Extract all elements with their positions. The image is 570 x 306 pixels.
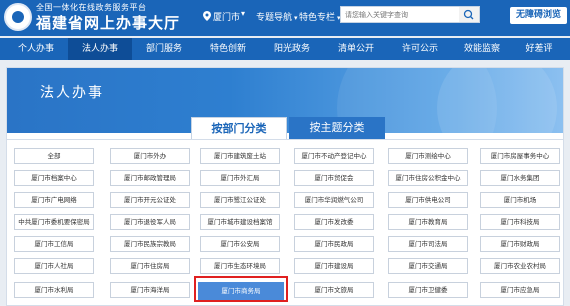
department-item[interactable]: 厦门市供电公司 — [388, 192, 468, 208]
nav-item-feedback[interactable]: 好差评 — [512, 38, 566, 60]
department-item[interactable]: 厦门市工信局 — [14, 236, 94, 252]
department-item[interactable]: 厦门市机场 — [480, 192, 560, 208]
nav-special-column-label: 特色专栏 — [299, 13, 336, 23]
nav-item-open-government[interactable]: 阳光政务 — [260, 38, 324, 60]
department-item[interactable]: 厦门市建设局 — [294, 258, 374, 274]
tab-by-department[interactable]: 按部门分类 — [191, 117, 287, 139]
department-item[interactable]: 厦门市贸促会 — [294, 170, 374, 186]
department-item[interactable]: 厦门市外办 — [110, 148, 190, 164]
department-item[interactable]: 厦门市生态环境局 — [200, 258, 280, 274]
department-item[interactable]: 厦门市开元公证处 — [110, 192, 190, 208]
department-item[interactable]: 厦门市交通局 — [388, 258, 468, 274]
department-item[interactable]: 全部 — [14, 148, 94, 164]
selection-highlight-box — [194, 276, 288, 302]
nav-item-permit-publicity[interactable]: 许可公示 — [388, 38, 452, 60]
nav-item-list-disclosure[interactable]: 清单公开 — [324, 38, 388, 60]
chevron-down-icon: ▾ — [294, 14, 298, 22]
nav-special-column[interactable]: 特色专栏 ▾ — [299, 10, 341, 23]
site-logo-icon[interactable] — [4, 3, 32, 31]
department-item[interactable]: 厦门市公安局 — [200, 236, 280, 252]
department-item[interactable]: 厦门市建筑废土站 — [200, 148, 280, 164]
department-item[interactable]: 厦门市档案中心 — [14, 170, 94, 186]
department-item[interactable]: 厦门市农业农村局 — [480, 258, 560, 274]
department-item[interactable]: 厦门市住房局 — [110, 258, 190, 274]
search-icon — [463, 9, 474, 20]
department-item[interactable]: 厦门市司法局 — [388, 236, 468, 252]
tab-divider — [7, 139, 563, 140]
department-item[interactable]: 厦门市民族宗教局 — [110, 236, 190, 252]
nav-item-legal-person[interactable]: 法人办事 — [68, 38, 132, 60]
department-item[interactable]: 厦门市财政局 — [480, 236, 560, 252]
department-item[interactable]: 厦门市海洋局 — [110, 282, 190, 298]
page-title: 法人办事 — [40, 85, 104, 101]
department-item[interactable]: 厦门市广电网络 — [14, 192, 94, 208]
department-item[interactable]: 厦门市城市建设档案馆 — [200, 214, 280, 230]
department-item[interactable]: 厦门市科技局 — [480, 214, 560, 230]
department-item[interactable]: 厦门市教育局 — [388, 214, 468, 230]
chevron-down-icon[interactable]: ▾ — [241, 9, 245, 18]
department-item[interactable]: 厦门市人社局 — [14, 258, 94, 274]
department-item[interactable]: 厦门市测绘中心 — [388, 148, 468, 164]
department-item[interactable]: 厦门水务集团 — [480, 170, 560, 186]
department-item[interactable]: 厦门市鹭江公证处 — [200, 192, 280, 208]
search-box — [340, 6, 480, 23]
location-pin-icon — [203, 11, 211, 21]
department-item[interactable]: 中共厦门市委机要保密局 — [14, 214, 94, 230]
accessibility-button[interactable]: 无障碍浏览 — [510, 7, 567, 24]
department-item[interactable]: 厦门市华润燃气公司 — [294, 192, 374, 208]
department-item[interactable]: 厦门市不动产登记中心 — [294, 148, 374, 164]
search-button[interactable] — [459, 7, 479, 22]
department-item[interactable]: 厦门市外汇局 — [200, 170, 280, 186]
department-item[interactable]: 厦门市水利局 — [14, 282, 94, 298]
department-item[interactable]: 厦门市房屋事务中心 — [480, 148, 560, 164]
nav-topic-guide[interactable]: 专题导航 ▾ — [256, 10, 298, 23]
location-selector[interactable]: 厦门市 — [213, 10, 240, 23]
main-navigation: 个人办事 法人办事 部门服务 特色创新 阳光政务 清单公开 许可公示 效能监察 … — [0, 38, 570, 60]
nav-item-personal[interactable]: 个人办事 — [4, 38, 68, 60]
department-item[interactable]: 厦门市发改委 — [294, 214, 374, 230]
department-item[interactable]: 厦门市卫健委 — [388, 282, 468, 298]
tab-by-topic[interactable]: 按主题分类 — [289, 117, 385, 139]
site-header: 全国一体化在线政务服务平台 福建省网上办事大厅 厦门市 ▾ 专题导航 ▾ 特色专栏… — [0, 0, 570, 36]
department-item[interactable]: 厦门市文旅局 — [294, 282, 374, 298]
nav-topic-guide-label: 专题导航 — [256, 13, 293, 23]
department-item[interactable]: 厦门市住房公积金中心 — [388, 170, 468, 186]
search-input[interactable] — [345, 9, 455, 21]
nav-item-innovation[interactable]: 特色创新 — [196, 38, 260, 60]
site-title[interactable]: 福建省网上办事大厅 — [36, 12, 180, 33]
department-item[interactable]: 厦门市应急局 — [480, 282, 560, 298]
department-item[interactable]: 厦门市民政局 — [294, 236, 374, 252]
nav-item-efficiency-supervision[interactable]: 效能监察 — [452, 38, 512, 60]
department-item[interactable]: 厦门市邮政管理局 — [110, 170, 190, 186]
nav-item-dept-services[interactable]: 部门服务 — [132, 38, 196, 60]
department-item[interactable]: 厦门市退役军人局 — [110, 214, 190, 230]
banner-decoration — [437, 68, 557, 133]
